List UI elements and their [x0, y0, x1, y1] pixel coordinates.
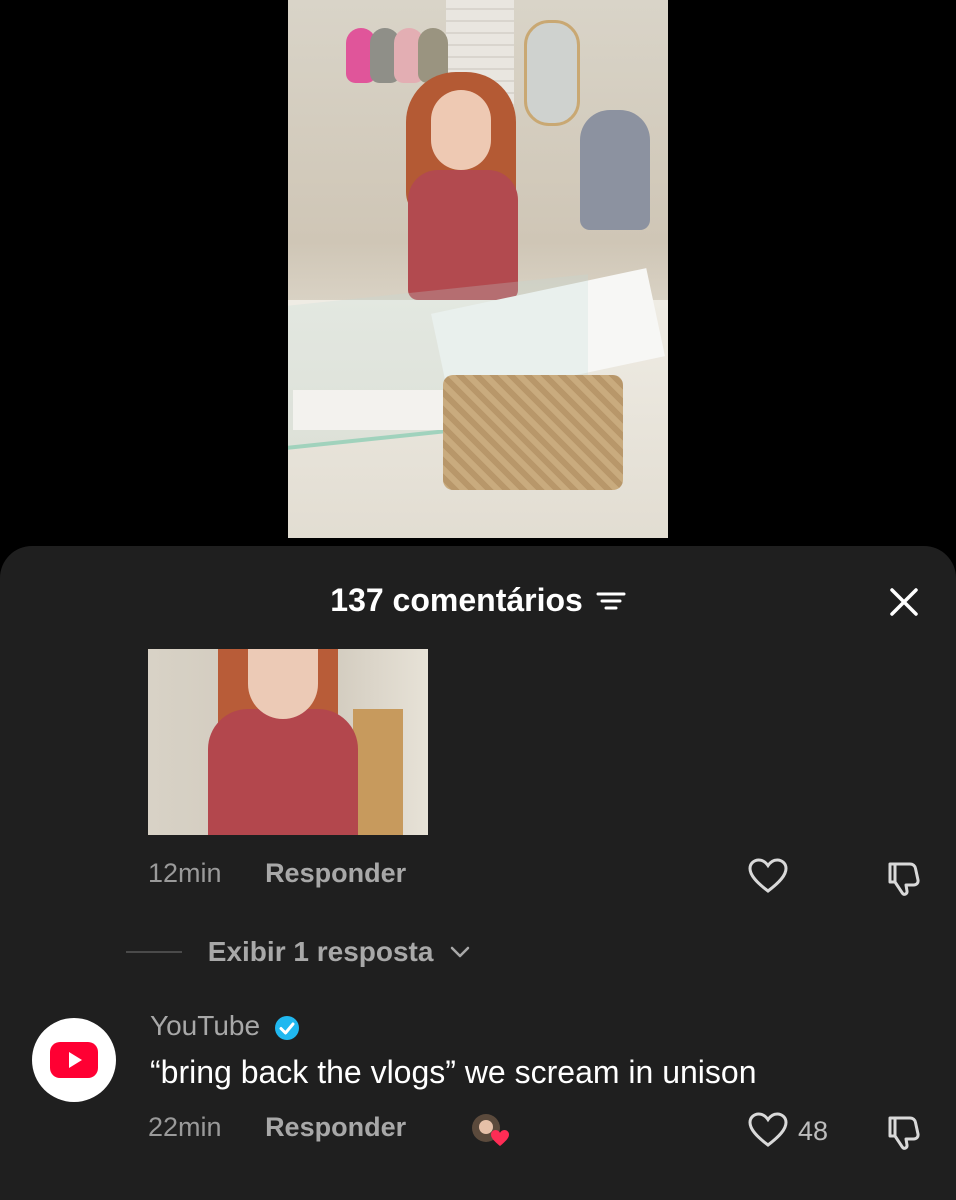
comment-image-attachment[interactable] — [148, 649, 428, 835]
dislike-icon[interactable] — [884, 858, 924, 898]
seated-person — [580, 110, 650, 230]
comments-title: 137 comentários — [0, 582, 956, 619]
view-replies-label[interactable]: Exibir 1 resposta — [208, 936, 434, 968]
comment-time: 22min — [148, 1112, 222, 1142]
basket — [443, 375, 623, 490]
comments-count-label: 137 comentários — [330, 582, 583, 618]
verified-badge-icon — [274, 1015, 299, 1040]
cards — [293, 390, 443, 430]
filter-lines-icon[interactable] — [596, 590, 626, 612]
replies-divider — [126, 950, 182, 953]
mirror — [524, 20, 580, 126]
comment-meta: 12min Responder — [148, 858, 406, 898]
comments-sheet: 137 comentários 12min Responder Exibir 1… — [0, 546, 956, 1200]
reply-button[interactable]: Responder — [265, 858, 406, 889]
comment-text: “bring back the vlogs” we scream in unis… — [150, 1054, 757, 1090]
like-count: 48 — [798, 1116, 829, 1146]
heart-icon[interactable] — [748, 858, 788, 894]
person-face — [431, 90, 491, 170]
person-face — [248, 649, 318, 719]
comments-header: 137 comentários — [0, 574, 956, 624]
comment-meta: 22min Responder — [148, 1112, 406, 1152]
video-frame[interactable] — [288, 0, 668, 538]
view-replies[interactable]: Exibir 1 resposta — [126, 934, 471, 974]
video-player[interactable] — [0, 0, 956, 546]
author-name[interactable]: YouTube — [150, 1010, 260, 1041]
dislike-icon[interactable] — [884, 1112, 924, 1152]
person-shirt — [408, 170, 518, 300]
reply-button[interactable]: Responder — [265, 1112, 406, 1143]
close-icon[interactable] — [886, 584, 922, 620]
avatar[interactable] — [32, 1018, 116, 1102]
chevron-down-icon — [450, 946, 470, 957]
heart-icon[interactable] — [748, 1112, 788, 1148]
comment-author[interactable]: YouTube — [150, 1010, 300, 1042]
stool — [353, 709, 403, 835]
youtube-logo-icon — [50, 1042, 98, 1078]
person-shirt — [208, 709, 358, 835]
comment-time: 12min — [148, 858, 222, 888]
creator-liked-avatar-icon — [472, 1114, 509, 1146]
